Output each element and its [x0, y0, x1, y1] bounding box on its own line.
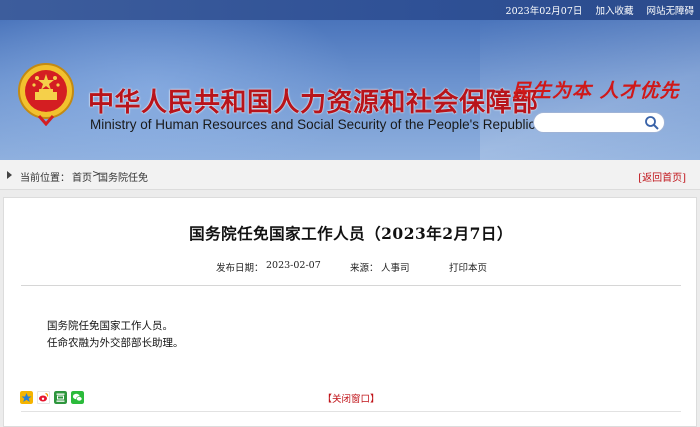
- breadcrumb-label: 当前位置：: [20, 173, 70, 184]
- breadcrumb-home-link[interactable]: 首页: [72, 169, 92, 184]
- article-card: 国务院任免国家工作人员（2023年2月7日） 发布日期： 2023-02-07 …: [3, 197, 697, 427]
- add-favorite-link[interactable]: 加入收藏: [595, 6, 633, 17]
- search-box: [533, 112, 665, 133]
- site-title-en: Ministry of Human Resources and Social S…: [90, 117, 590, 132]
- source-label: 来源：: [350, 263, 379, 274]
- divider: [21, 411, 681, 412]
- top-links: 2023年02月07日 加入收藏 网站无障碍: [506, 3, 694, 17]
- publish-date-label: 发布日期：: [216, 263, 264, 274]
- triangle-right-icon: [7, 171, 12, 179]
- breadcrumb: 当前位置： 首页 > 国务院任免 [返回首页]: [0, 160, 700, 190]
- national-emblem-icon: [18, 63, 74, 126]
- back-home-link[interactable]: [返回首页]: [638, 169, 686, 184]
- close-window-area: 【关闭窗口】: [4, 391, 698, 405]
- print-page-link[interactable]: 打印本页: [449, 260, 487, 274]
- current-date: 2023年02月07日: [505, 6, 583, 17]
- site-title-cn: 中华人民共和国人力资源和社会保障部: [88, 88, 539, 118]
- accessibility-link[interactable]: 网站无障碍: [646, 6, 694, 17]
- close-window-link[interactable]: 【关闭窗口】: [322, 394, 379, 405]
- slogan: 民生为本 人才优先: [512, 80, 680, 102]
- publish-date: 2023-02-07: [266, 260, 321, 271]
- article-title: 国务院任免国家工作人员（2023年2月7日）: [189, 224, 513, 243]
- search-icon[interactable]: [644, 115, 660, 131]
- article-paragraph: 国务院任免国家工作人员。: [47, 320, 173, 332]
- site-header: 中华人民共和国人力资源和社会保障部 Ministry of Human Reso…: [0, 20, 700, 160]
- breadcrumb-current-link[interactable]: 国务院任免: [98, 169, 148, 184]
- top-bar: 2023年02月07日 加入收藏 网站无障碍: [0, 0, 700, 20]
- search-input[interactable]: [542, 115, 642, 130]
- source-value: 人事司: [381, 263, 410, 274]
- article-paragraph: 任命农融为外交部部长助理。: [47, 337, 184, 349]
- divider: [21, 285, 681, 286]
